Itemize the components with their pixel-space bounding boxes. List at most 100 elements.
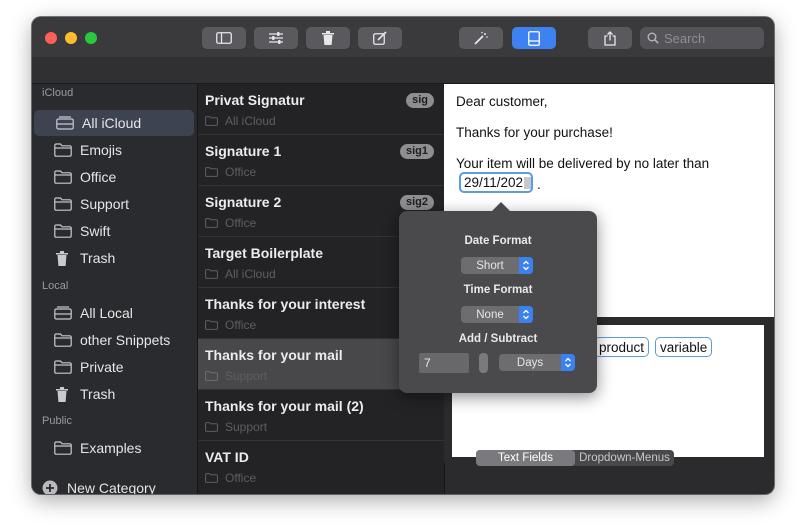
folder-icon <box>205 371 218 381</box>
unit-select[interactable]: Days <box>499 354 575 371</box>
popover-arrow <box>491 202 511 212</box>
snippet-title: Signature 1 <box>205 143 282 159</box>
sidebar-item-label: All iCloud <box>82 115 142 131</box>
date-format-popover: Date Format Short Time Format None Add /… <box>399 202 597 393</box>
date-value: 29/11/202 <box>464 175 524 190</box>
sidebar-item-emojis[interactable]: Emojis <box>32 137 196 163</box>
snippet-folder: All iCloud <box>225 267 276 281</box>
time-format-label: Time Format <box>463 284 533 296</box>
unit-value: Days <box>516 356 544 369</box>
sidebar-item-office[interactable]: Office <box>32 164 196 190</box>
trash-icon <box>56 251 68 266</box>
zoom-button[interactable] <box>85 32 97 44</box>
sidebar-item-label: Trash <box>80 250 116 266</box>
sidebar-item-all-icloud[interactable]: All iCloud <box>34 110 194 136</box>
amount-stepper[interactable] <box>479 353 488 373</box>
snippet-folder: Office <box>225 471 257 485</box>
field-chip-variable[interactable]: variable <box>655 337 713 357</box>
plus-circle-icon <box>42 480 58 494</box>
delete-button[interactable] <box>306 27 350 49</box>
sidebar-item-all-local[interactable]: All Local <box>32 300 196 326</box>
trash-icon <box>322 31 334 45</box>
time-format-value: None <box>476 308 504 321</box>
preview-panel-icon <box>528 30 540 46</box>
sidebar-item-label: All Local <box>80 305 133 321</box>
abbreviation-badge: sig1 <box>399 144 434 159</box>
folder-icon <box>205 473 218 483</box>
date-format-label: Date Format <box>464 235 532 247</box>
sliders-icon <box>269 32 283 44</box>
chevron-updown-icon <box>519 257 533 274</box>
section-title-public: Public <box>42 415 72 427</box>
cursor-indicator <box>524 176 531 189</box>
tab-text-fields[interactable]: Text Fields <box>476 450 575 466</box>
preview-toggle-button[interactable] <box>512 27 556 49</box>
folder-icon <box>54 224 72 238</box>
snippet-title: Signature 2 <box>205 194 282 210</box>
sidebar-item-support[interactable]: Support <box>32 191 196 217</box>
compose-icon <box>373 31 387 45</box>
sidebar-item-trash-icloud[interactable]: Trash <box>32 245 196 271</box>
folder-icon <box>205 116 218 126</box>
share-icon <box>604 30 616 46</box>
share-button[interactable] <box>588 27 632 49</box>
new-snippet-button[interactable] <box>358 27 402 49</box>
section-title-icloud: iCloud <box>42 87 74 99</box>
snippet-folder: Support <box>225 420 268 434</box>
sidebar-item-label: Swift <box>80 223 111 239</box>
settings-button[interactable] <box>254 27 298 49</box>
sidebar-item-private[interactable]: Private <box>32 354 196 380</box>
snippet-title: Thanks for your mail <box>205 347 343 363</box>
close-button[interactable] <box>45 32 57 44</box>
sidebar-item-label: Support <box>80 196 130 212</box>
date-format-select[interactable]: Short <box>461 257 533 274</box>
search-field[interactable]: Search <box>640 27 764 49</box>
abbreviation-badge: sig <box>406 93 434 108</box>
folder-icon <box>54 333 72 347</box>
sidebar-item-label: Trash <box>80 386 116 402</box>
list-item[interactable]: VAT ID Office <box>198 441 444 491</box>
search-icon <box>647 32 659 44</box>
sidebar-item-examples[interactable]: Examples <box>32 435 196 461</box>
sidebar-item-label: other Snippets <box>80 332 171 348</box>
sidebar-item-trash-local[interactable]: Trash <box>32 381 196 407</box>
magic-button[interactable] <box>459 27 503 49</box>
list-item[interactable]: Signature 1 sig1 Office <box>198 135 444 186</box>
editor-line-thanks: Thanks for your purchase! <box>456 125 613 140</box>
snippet-title: Thanks for your interest <box>205 296 366 312</box>
sidebar-toggle-button[interactable] <box>202 27 246 49</box>
date-placeholder-field[interactable]: 29/11/202 <box>459 172 533 193</box>
folder-icon <box>205 167 218 177</box>
fields-segmented-control: Text Fields Dropdown-Menus <box>476 450 674 466</box>
sidebar-item-other-snippets[interactable]: other Snippets <box>32 327 196 353</box>
snippet-title: Thanks for your mail (2) <box>205 398 364 414</box>
sidebar-item-label: Emojis <box>80 142 123 158</box>
folder-icon <box>54 360 72 374</box>
snippet-folder: All iCloud <box>225 114 276 128</box>
list-item[interactable]: Privat Signatur sig All iCloud <box>198 84 444 135</box>
time-format-select[interactable]: None <box>461 306 533 323</box>
magic-wand-icon <box>474 31 488 45</box>
editor-line-greeting: Dear customer, <box>456 94 548 109</box>
trash-icon <box>56 387 68 402</box>
snippet-title: Privat Signatur <box>205 92 305 108</box>
list-item[interactable]: Thanks for your mail (2) Support <box>198 390 444 441</box>
sidebar-item-swift[interactable]: Swift <box>32 218 196 244</box>
field-chip-product[interactable]: product <box>594 337 650 357</box>
secondary-toolbar <box>32 57 774 84</box>
sidebar-toggle-icon <box>216 32 232 44</box>
snippet-folder: Office <box>225 216 257 230</box>
chevron-updown-icon <box>519 306 533 323</box>
amount-input[interactable]: 7 <box>419 353 469 373</box>
snippet-title: VAT ID <box>205 449 249 465</box>
sidebar-item-label: Private <box>80 359 124 375</box>
minimize-button[interactable] <box>65 32 77 44</box>
folder-icon <box>205 320 218 330</box>
folder-icon <box>54 170 72 184</box>
tray-icon <box>56 116 74 130</box>
title-bar: Search <box>32 17 774 57</box>
folder-icon <box>205 218 218 228</box>
tab-dropdown-menus[interactable]: Dropdown-Menus <box>575 450 674 466</box>
add-subtract-label: Add / Subtract <box>458 333 538 345</box>
new-category-button[interactable]: New Category <box>42 477 156 494</box>
